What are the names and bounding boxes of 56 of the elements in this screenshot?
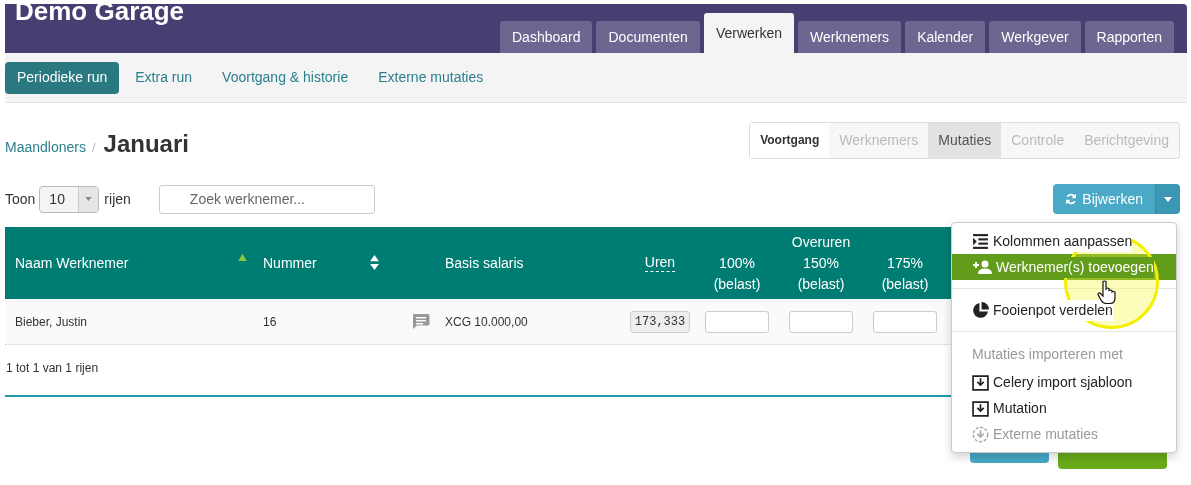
breadcrumb-separator: / bbox=[91, 139, 96, 157]
column-header[interactable]: 150% (belast) bbox=[779, 253, 863, 295]
download-box-icon bbox=[972, 399, 989, 417]
search-field[interactable]: Zoek werknemer... bbox=[158, 184, 375, 214]
overtime-input[interactable] bbox=[705, 310, 769, 333]
caret-down-icon bbox=[1164, 196, 1172, 202]
page-title: Januari bbox=[103, 129, 189, 159]
menu-item[interactable]: Werknemer(s) toevoegen bbox=[952, 254, 1176, 280]
app-title: Demo Garage bbox=[15, 0, 185, 24]
nav-tab[interactable]: Rapporten bbox=[1084, 21, 1174, 53]
table-cell-text: Bieber, Justin bbox=[14, 313, 89, 331]
download-circle-icon bbox=[972, 425, 989, 443]
refresh-icon bbox=[1065, 193, 1078, 205]
overtime-input[interactable] bbox=[873, 310, 937, 333]
column-header[interactable]: 100% (belast) bbox=[695, 253, 779, 295]
update-button[interactable]: Bijwerken bbox=[1053, 184, 1155, 214]
steps-title: Voortgang bbox=[750, 122, 830, 158]
nav-tab[interactable]: Werkgever bbox=[989, 21, 1081, 53]
column-header[interactable]: Nummer bbox=[263, 252, 317, 274]
sub-nav-tab[interactable]: Extra run bbox=[121, 61, 207, 94]
hand-cursor-icon bbox=[1097, 280, 1116, 305]
table-info: 1 tot 1 van 1 rijen bbox=[5, 359, 99, 377]
download-box-icon bbox=[972, 373, 989, 391]
overtime-input[interactable] bbox=[789, 310, 853, 333]
nav-tab[interactable]: Dashboard bbox=[500, 21, 593, 53]
sub-nav-tab[interactable]: Periodieke run bbox=[5, 61, 120, 94]
nav-tab[interactable]: Verwerken bbox=[703, 13, 795, 53]
pie-chart-icon bbox=[972, 301, 989, 319]
caret-down-icon bbox=[85, 197, 93, 201]
sub-nav-tab[interactable]: Voortgang & historie bbox=[208, 61, 363, 94]
page-size-select[interactable]: 10 bbox=[39, 185, 100, 213]
breadcrumb-link[interactable]: Maandloners bbox=[5, 137, 86, 158]
column-header[interactable]: Basis salaris bbox=[445, 252, 524, 274]
column-header[interactable]: Uren bbox=[644, 254, 676, 272]
add-user-icon bbox=[972, 259, 992, 275]
table-cell-text: XCG 10.000,00 bbox=[444, 313, 529, 331]
column-header[interactable]: 175% (belast) bbox=[863, 253, 947, 295]
show-label: Toon bbox=[5, 189, 36, 209]
sub-nav-tab[interactable]: Externe mutaties bbox=[364, 61, 498, 94]
menu-header: Mutaties importeren met bbox=[971, 345, 1124, 364]
rows-label: rijen bbox=[104, 189, 131, 209]
sort-ascending-icon[interactable] bbox=[238, 253, 247, 261]
column-header[interactable]: Naam Werknemer bbox=[15, 252, 129, 274]
nav-tab[interactable]: Documenten bbox=[596, 21, 700, 53]
menu-item[interactable]: Fooienpot verdelen bbox=[952, 297, 1176, 323]
comment-icon[interactable] bbox=[412, 313, 430, 330]
progress-step[interactable]: Mutaties bbox=[928, 122, 1002, 158]
table-cell-text: 16 bbox=[262, 313, 278, 331]
hours-value: 173,333 bbox=[629, 310, 691, 333]
menu-item[interactable]: Mutation bbox=[952, 395, 1176, 421]
nav-tab[interactable]: Werknemers bbox=[798, 21, 902, 53]
indent-list-icon bbox=[972, 232, 989, 250]
sort-icon[interactable] bbox=[370, 255, 379, 271]
nav-tab[interactable]: Kalender bbox=[905, 21, 986, 53]
column-group-header: Overuren bbox=[790, 233, 852, 252]
dropdown-toggle-button[interactable] bbox=[1155, 184, 1180, 214]
